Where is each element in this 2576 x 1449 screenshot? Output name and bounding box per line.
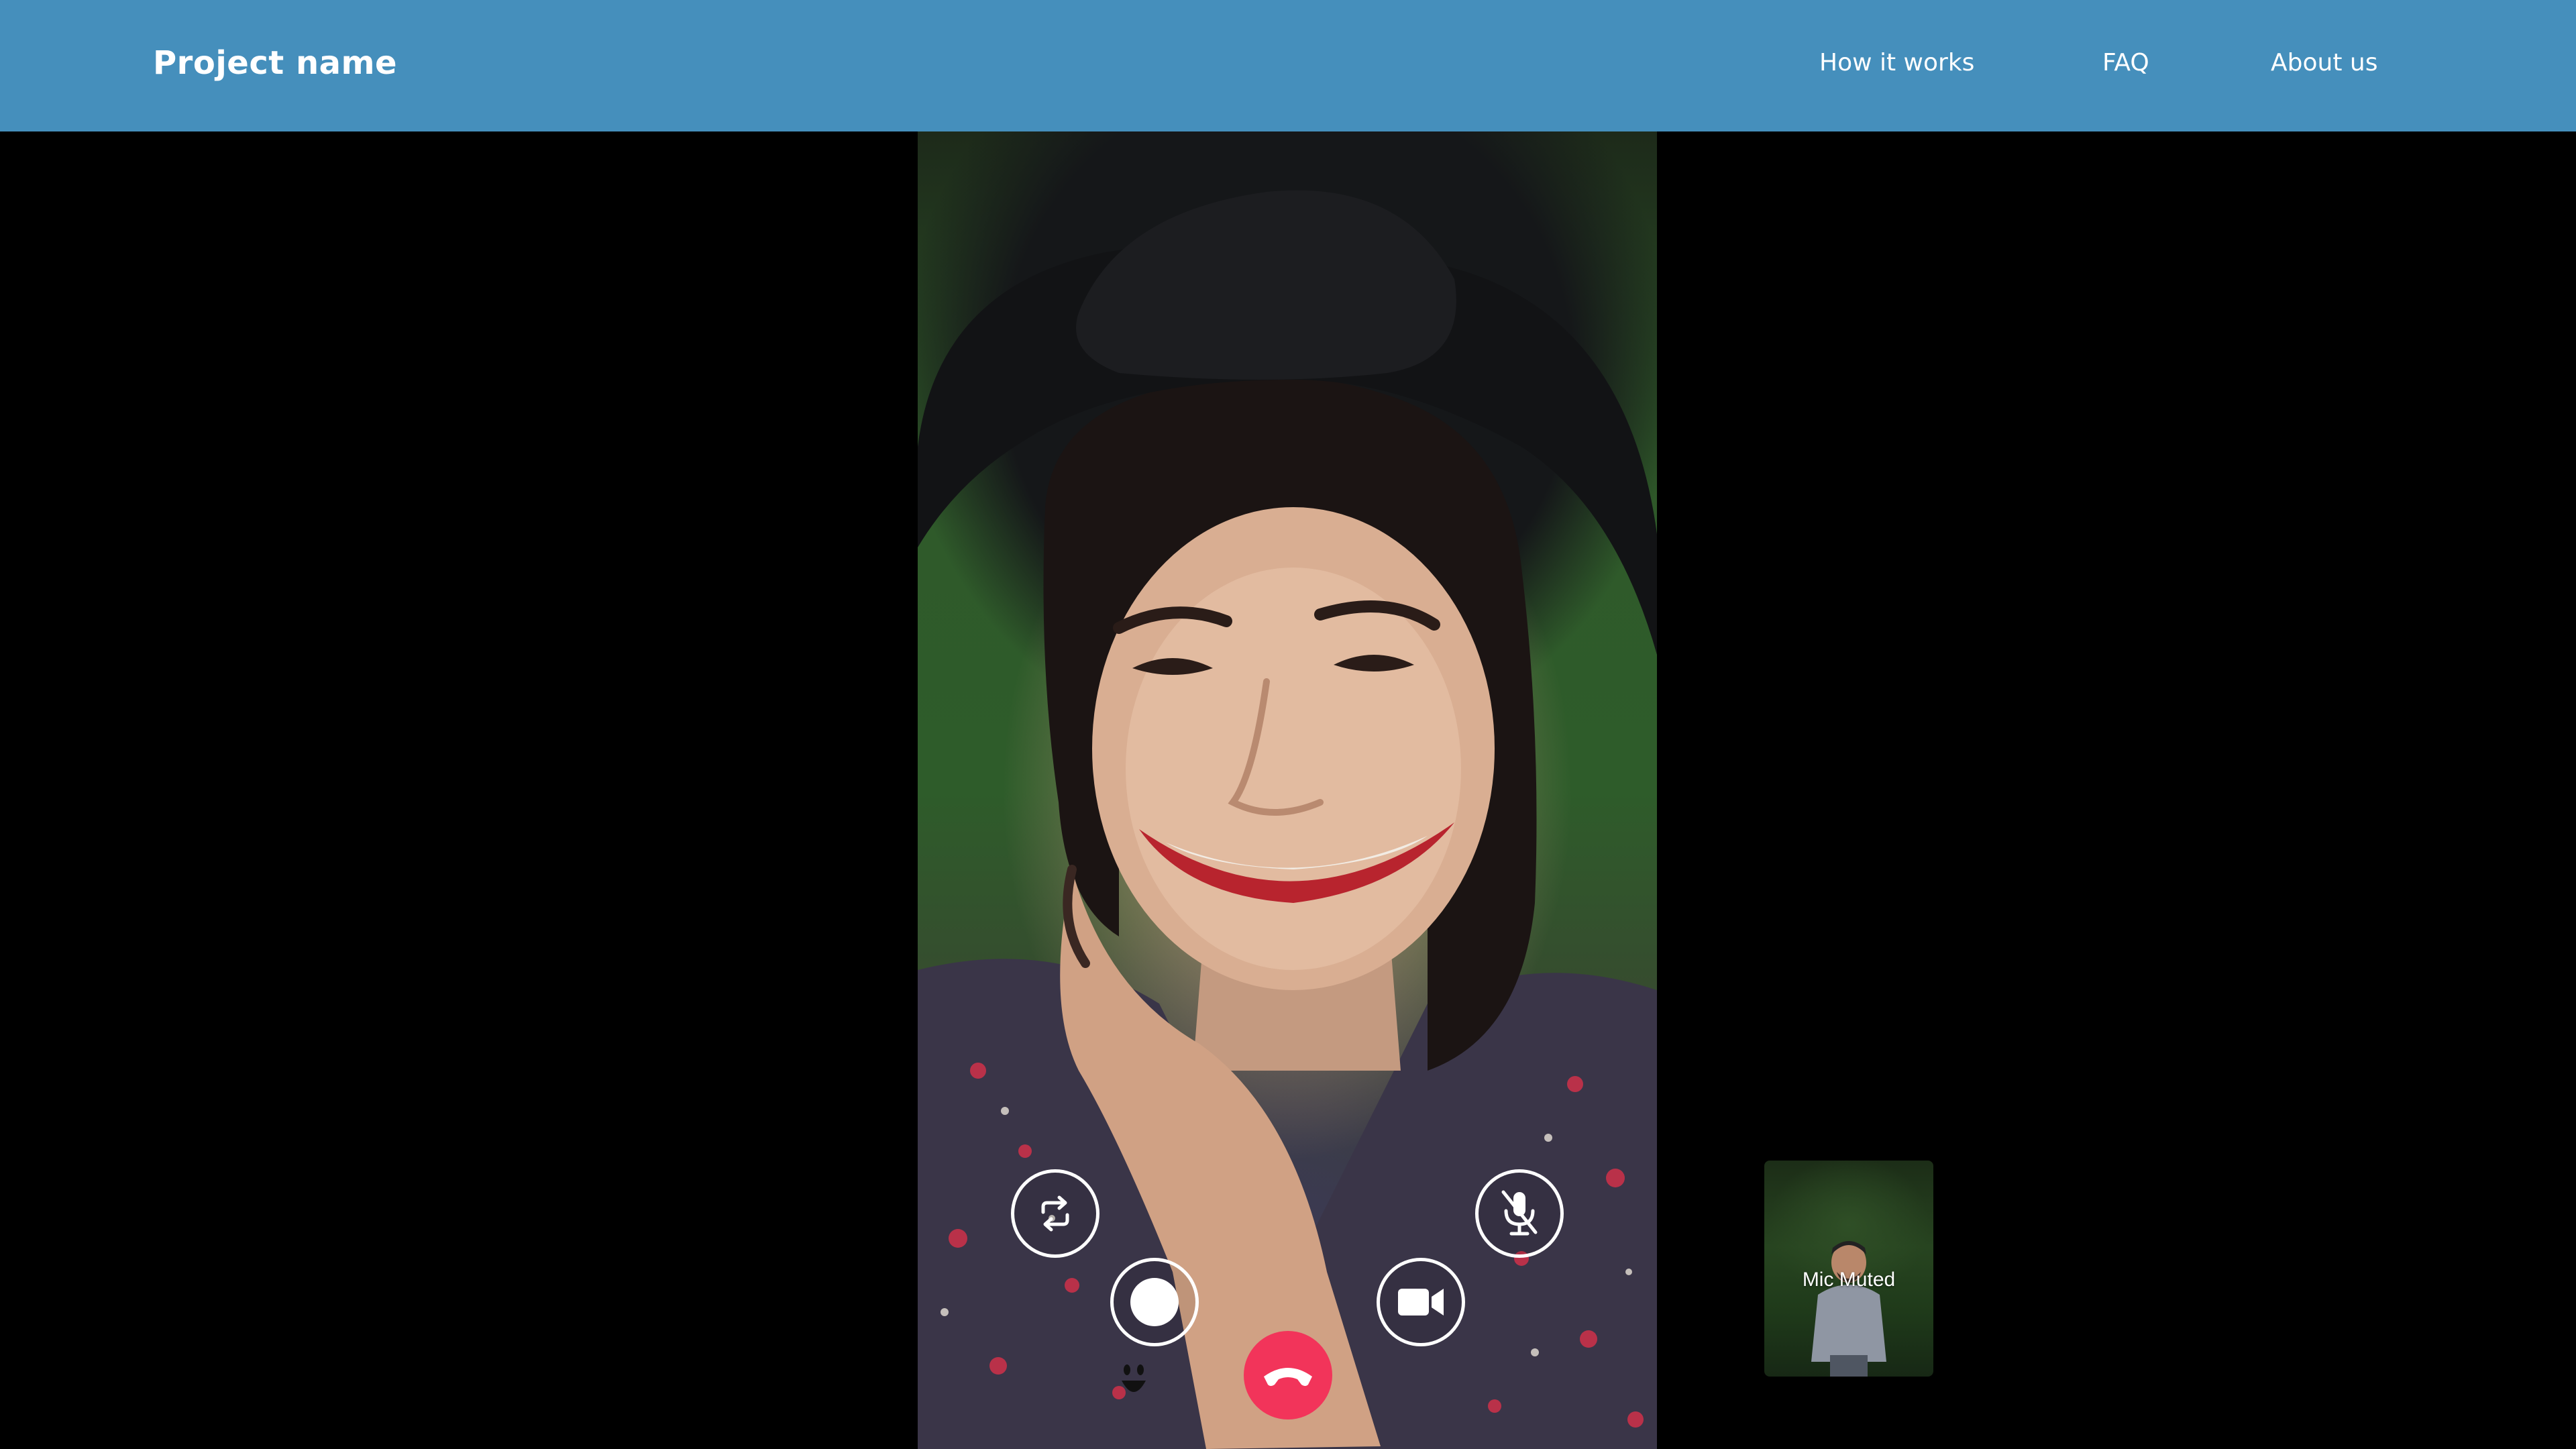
mic-off-icon — [1501, 1190, 1538, 1236]
smiley-icon — [1122, 1364, 1146, 1392]
remote-video-feed — [918, 131, 1657, 1449]
record-button[interactable] — [1110, 1258, 1199, 1346]
nav-link-faq[interactable]: FAQ — [2102, 46, 2149, 80]
flip-camera-button[interactable] — [1011, 1169, 1099, 1258]
remote-participant-illustration — [918, 190, 1657, 1449]
nav-link-how-it-works[interactable]: How it works — [1819, 46, 1974, 80]
emoji-button[interactable] — [1119, 1363, 1148, 1401]
phone-hangup-icon — [1264, 1368, 1312, 1386]
mic-muted-label: Mic Muted — [1802, 1269, 1896, 1291]
self-video-preview[interactable]: Mic Muted — [1764, 1161, 1933, 1377]
end-call-button[interactable] — [1244, 1331, 1332, 1419]
top-navbar: Project name How it works FAQ About us — [0, 0, 2576, 131]
mic-toggle-button[interactable] — [1475, 1169, 1564, 1258]
nav-link-about-us[interactable]: About us — [2271, 46, 2377, 80]
video-camera-icon — [1398, 1289, 1444, 1316]
flip-camera-icon — [1041, 1195, 1069, 1232]
video-toggle-button[interactable] — [1377, 1258, 1465, 1346]
brand-logo[interactable]: Project name — [153, 42, 397, 85]
record-icon — [1130, 1278, 1179, 1326]
